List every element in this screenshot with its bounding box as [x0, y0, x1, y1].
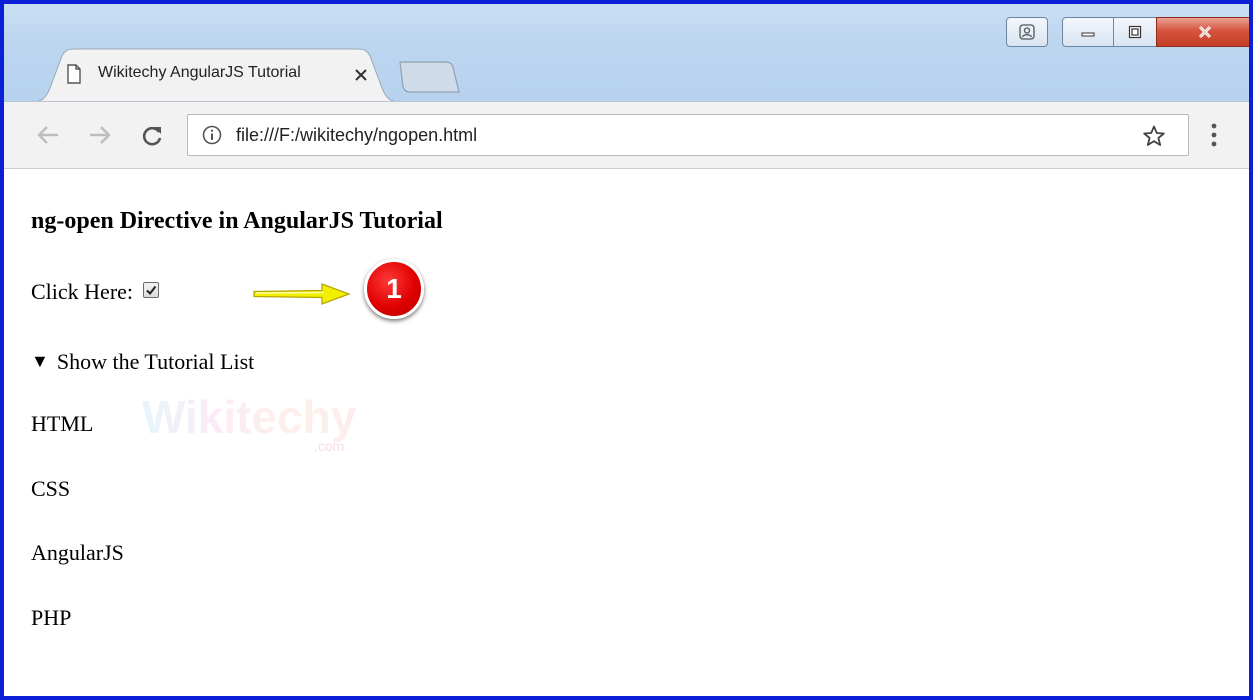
page-icon [67, 64, 81, 84]
click-here-checkbox[interactable] [142, 282, 159, 298]
summary-text: Show the Tutorial List [56, 349, 255, 374]
details-summary-toggle[interactable]: ▼ Show the Tutorial List [31, 349, 254, 375]
info-icon[interactable] [202, 125, 222, 145]
restore-icon [1128, 25, 1142, 39]
watermark-domain: .com [314, 438, 344, 454]
browser-toolbar: file:///F:/wikitechy/ngopen.html [4, 101, 1249, 169]
maximize-button[interactable] [1113, 17, 1157, 47]
list-item: HTML [31, 411, 94, 436]
tab-close-icon[interactable] [354, 68, 368, 82]
bookmark-star-icon[interactable] [1142, 124, 1166, 148]
list-item: PHP [31, 604, 72, 630]
title-bar: Wikitechy AngularJS Tutorial [4, 4, 1249, 102]
page-content: Wikitechy .com ng-open Directive in Angu… [4, 169, 1249, 696]
reload-icon[interactable] [140, 124, 164, 148]
annotation-step-badge: 1 [364, 259, 424, 319]
list-item: AngularJS [31, 540, 124, 565]
url-text[interactable]: file:///F:/wikitechy/ngopen.html [236, 125, 477, 146]
checkmark-icon [145, 285, 156, 296]
wikitechy-watermark: Wikitechy .com [142, 391, 357, 454]
checkbox-label: Click Here: [31, 279, 134, 304]
close-window-button[interactable] [1156, 17, 1249, 47]
browser-window: Wikitechy AngularJS Tutorial file:///F:/… [0, 0, 1253, 700]
minimize-icon [1081, 32, 1095, 37]
profile-button[interactable] [1006, 17, 1048, 47]
browser-tab-active[interactable]: Wikitechy AngularJS Tutorial [32, 48, 400, 102]
annotation-arrow-icon [253, 283, 351, 305]
window-controls [1062, 17, 1249, 47]
checkbox-row: Click Here: [31, 279, 159, 305]
disclosure-triangle-icon: ▼ [31, 351, 49, 371]
menu-kebab-icon[interactable] [1210, 122, 1218, 148]
page-title: ng-open Directive in AngularJS Tutorial [31, 208, 443, 234]
user-icon [1019, 24, 1035, 40]
list-item: CSS [31, 475, 71, 501]
close-icon [1198, 25, 1211, 39]
tutorial-list: HTML CSS AngularJS PHP [31, 409, 124, 667]
minimize-button[interactable] [1062, 17, 1114, 47]
back-icon[interactable] [36, 124, 60, 146]
tab-title: Wikitechy AngularJS Tutorial [98, 64, 301, 81]
forward-icon[interactable] [88, 124, 112, 146]
watermark-brand: Wikitechy [142, 391, 357, 443]
new-tab-button[interactable] [396, 60, 460, 94]
address-bar[interactable]: file:///F:/wikitechy/ngopen.html [187, 114, 1189, 156]
